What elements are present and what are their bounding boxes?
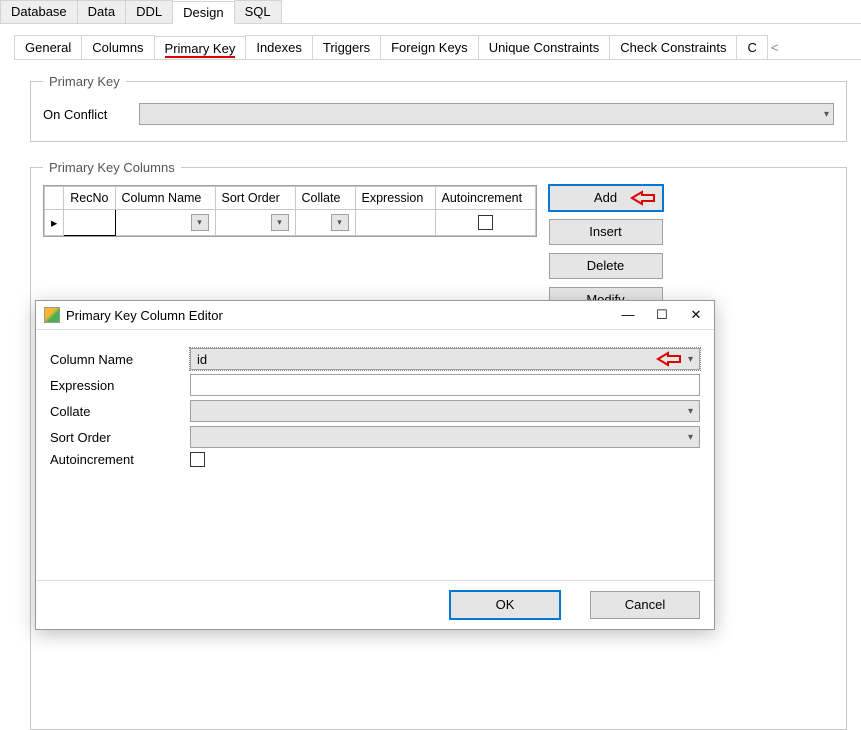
tab-design[interactable]: Design [172,1,234,24]
chevron-down-icon[interactable]: ▾ [271,214,289,231]
cell-recno[interactable] [64,210,115,236]
col-sort-order[interactable]: Sort Order [215,187,295,210]
subtab-triggers[interactable]: Triggers [312,35,381,59]
subtab-check-constraints[interactable]: Check Constraints [609,35,737,59]
callout-arrow-icon [630,190,656,206]
primary-key-columns-legend: Primary Key Columns [43,160,181,175]
subtab-foreign-keys[interactable]: Foreign Keys [380,35,479,59]
pk-column-editor-dialog: Primary Key Column Editor — ☐ ✕ Column N… [35,300,715,630]
tab-data[interactable]: Data [77,0,126,23]
col-expression[interactable]: Expression [355,187,435,210]
col-autoincrement[interactable]: Autoincrement [435,187,535,210]
row-marker-icon: ▸ [45,210,64,236]
dlg-autoincrement-label: Autoincrement [50,452,180,467]
cell-collate[interactable]: ▾ [295,210,355,236]
dlg-autoincrement-checkbox[interactable] [190,452,205,467]
col-column-name[interactable]: Column Name [115,187,215,210]
chevron-down-icon: ▾ [824,109,829,120]
dialog-title: Primary Key Column Editor [66,308,223,323]
col-collate[interactable]: Collate [295,187,355,210]
subtab-more[interactable]: C [736,35,767,59]
on-conflict-dropdown[interactable]: ▾ [139,103,834,125]
primary-key-legend: Primary Key [43,74,126,89]
ok-button[interactable]: OK [450,591,560,619]
cell-column-name[interactable]: ▾ [115,210,215,236]
subtab-indexes[interactable]: Indexes [245,35,313,59]
insert-button[interactable]: Insert [549,219,663,245]
subtab-general[interactable]: General [14,35,82,59]
tab-ddl[interactable]: DDL [125,0,173,23]
close-button[interactable]: ✕ [688,307,704,323]
row-marker-header [45,187,64,210]
dlg-collate-dropdown[interactable]: ▾ [190,400,700,422]
dlg-expression-label: Expression [50,378,180,393]
cell-expression[interactable] [355,210,435,236]
tab-sql[interactable]: SQL [234,0,282,23]
dlg-column-name-value: id [197,352,207,367]
table-header-row: RecNo Column Name Sort Order Collate Exp… [45,187,536,210]
dialog-titlebar[interactable]: Primary Key Column Editor — ☐ ✕ [36,301,714,330]
callout-arrow-icon [656,351,682,367]
minimize-button[interactable]: — [620,307,636,323]
table-row[interactable]: ▸ ▾ ▾ ▾ [45,210,536,236]
dlg-sort-order-dropdown[interactable]: ▾ [190,426,700,448]
chevron-down-icon[interactable]: ▾ [331,214,349,231]
top-tabs: Database Data DDL Design SQL [0,0,861,24]
subtab-primary-key[interactable]: Primary Key [154,36,247,60]
subtab-scroll-left-icon[interactable]: < [767,36,783,59]
primary-key-group: Primary Key On Conflict ▾ [30,74,847,142]
dlg-column-name-label: Column Name [50,352,180,367]
dlg-column-name-dropdown[interactable]: id ▾ [190,348,700,370]
autoincrement-checkbox[interactable] [478,215,493,230]
col-recno[interactable]: RecNo [64,187,115,210]
tab-database[interactable]: Database [0,0,78,23]
cell-sort-order[interactable]: ▾ [215,210,295,236]
dlg-collate-label: Collate [50,404,180,419]
chevron-down-icon[interactable]: ▾ [191,214,209,231]
dialog-icon [44,307,60,323]
sub-tabs: General Columns Primary Key Indexes Trig… [14,34,861,60]
chevron-down-icon: ▾ [688,432,693,443]
on-conflict-label: On Conflict [43,107,129,122]
add-button[interactable]: Add [549,185,663,211]
cell-autoincrement[interactable] [435,210,535,236]
dlg-expression-input[interactable] [190,374,700,396]
pk-columns-table: RecNo Column Name Sort Order Collate Exp… [43,185,537,237]
chevron-down-icon: ▾ [688,406,693,417]
subtab-unique-constraints[interactable]: Unique Constraints [478,35,611,59]
subtab-columns[interactable]: Columns [81,35,154,59]
chevron-down-icon: ▾ [688,354,693,365]
delete-button[interactable]: Delete [549,253,663,279]
cancel-button[interactable]: Cancel [590,591,700,619]
maximize-button[interactable]: ☐ [654,307,670,323]
dlg-sort-order-label: Sort Order [50,430,180,445]
